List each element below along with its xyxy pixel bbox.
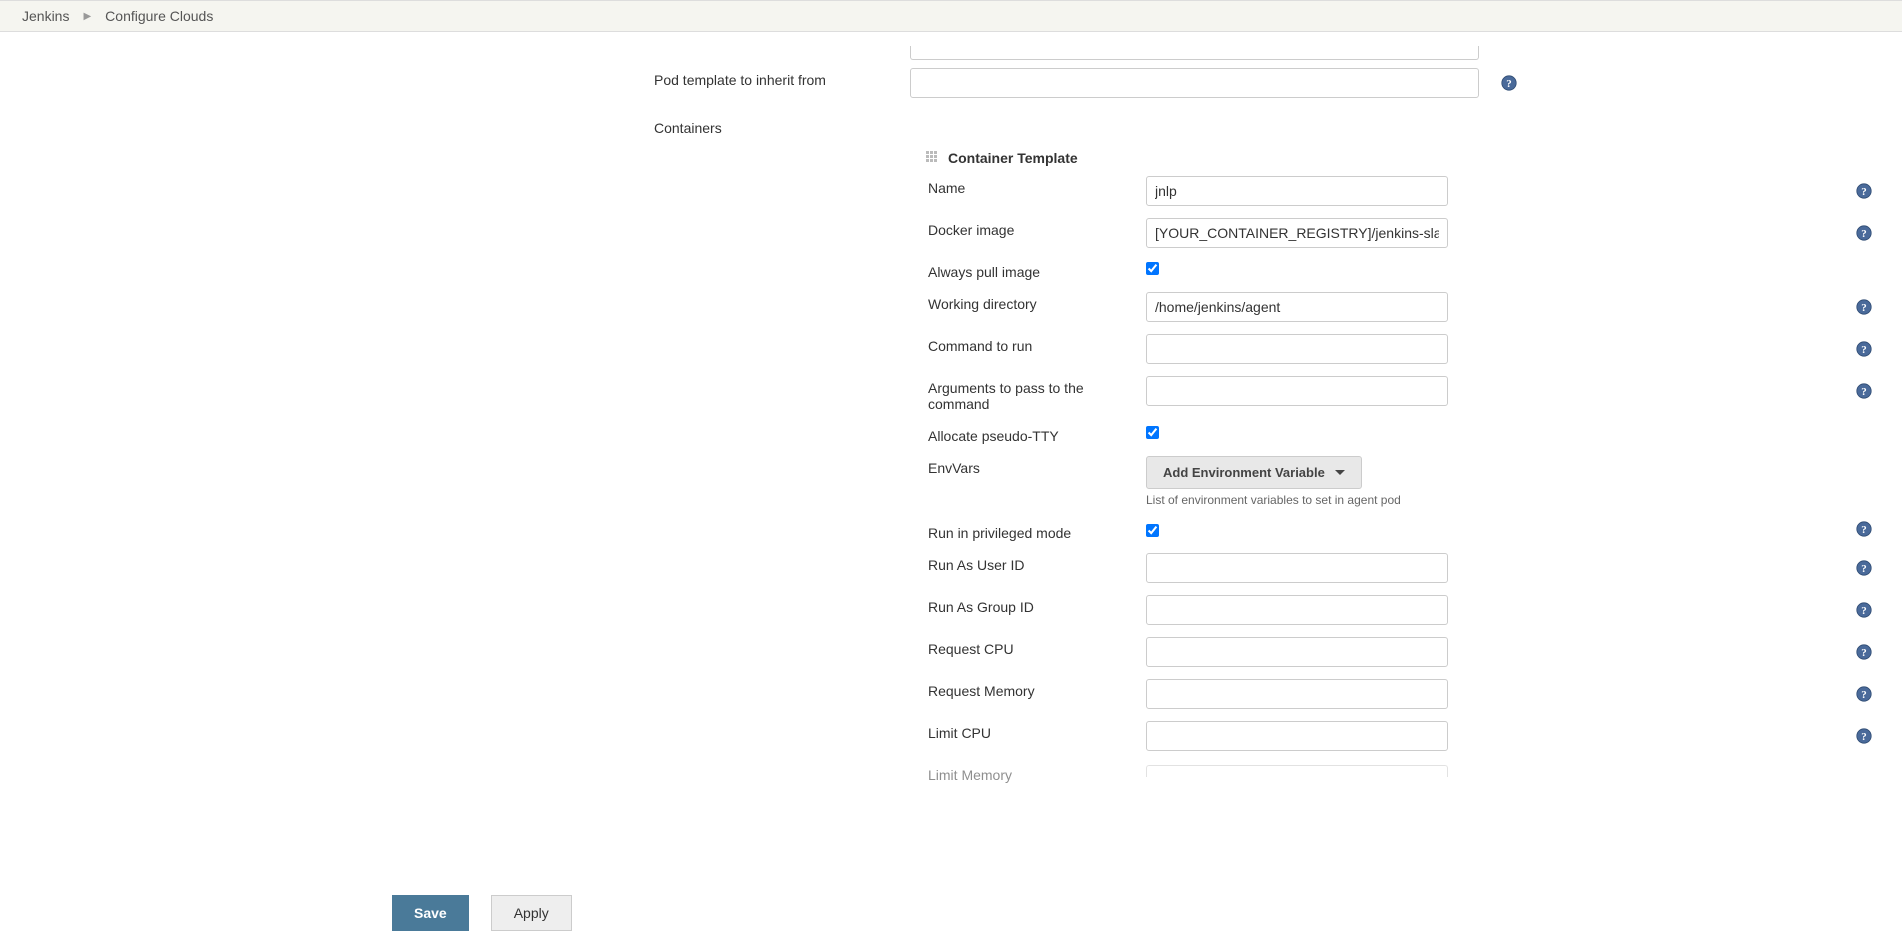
add-env-var-button[interactable]: Add Environment Variable	[1146, 456, 1362, 489]
envvars-label: EnvVars	[0, 456, 1146, 476]
limit-cpu-label: Limit CPU	[0, 721, 1146, 741]
always-pull-label: Always pull image	[0, 260, 1146, 280]
drag-handle-icon[interactable]	[926, 151, 940, 165]
run-gid-label: Run As Group ID	[0, 595, 1146, 615]
always-pull-checkbox[interactable]	[1146, 262, 1159, 275]
help-icon[interactable]	[1856, 560, 1872, 576]
req-mem-input[interactable]	[1146, 679, 1448, 709]
help-icon[interactable]	[1856, 521, 1872, 537]
run-uid-label: Run As User ID	[0, 553, 1146, 573]
form-content: Pod template to inherit from Containers …	[0, 32, 1902, 895]
workdir-label: Working directory	[0, 292, 1146, 312]
pod-inherit-label: Pod template to inherit from	[0, 68, 910, 88]
help-icon[interactable]	[1856, 686, 1872, 702]
limit-cpu-input[interactable]	[1146, 721, 1448, 751]
help-icon[interactable]	[1501, 75, 1517, 91]
help-icon[interactable]	[1856, 225, 1872, 241]
envvars-hint: List of environment variables to set in …	[0, 493, 1902, 507]
command-input[interactable]	[1146, 334, 1448, 364]
breadcrumb: Jenkins ▶ Configure Clouds	[0, 0, 1902, 32]
tty-label: Allocate pseudo-TTY	[0, 424, 1146, 444]
req-cpu-label: Request CPU	[0, 637, 1146, 657]
help-icon[interactable]	[1856, 602, 1872, 618]
pod-inherit-input[interactable]	[910, 68, 1479, 98]
limit-mem-label: Limit Memory	[0, 763, 1146, 783]
chevron-down-icon	[1335, 470, 1345, 475]
args-label: Arguments to pass to the command	[0, 376, 1146, 412]
run-uid-input[interactable]	[1146, 553, 1448, 583]
empty-label	[0, 44, 910, 48]
help-icon[interactable]	[1856, 183, 1872, 199]
docker-input[interactable]	[1146, 218, 1448, 248]
help-icon[interactable]	[1856, 383, 1872, 399]
container-template-title: Container Template	[948, 150, 1078, 166]
limit-mem-input[interactable]	[1146, 765, 1448, 777]
args-input[interactable]	[1146, 376, 1448, 406]
help-icon[interactable]	[1856, 341, 1872, 357]
add-env-var-label: Add Environment Variable	[1163, 465, 1325, 480]
docker-label: Docker image	[0, 218, 1146, 238]
breadcrumb-root[interactable]: Jenkins	[22, 8, 69, 24]
save-button[interactable]: Save	[392, 895, 469, 931]
name-input[interactable]	[1146, 176, 1448, 206]
tty-checkbox[interactable]	[1146, 426, 1159, 439]
containers-label: Containers	[0, 116, 910, 136]
req-cpu-input[interactable]	[1146, 637, 1448, 667]
help-icon[interactable]	[1856, 728, 1872, 744]
apply-button[interactable]: Apply	[491, 895, 572, 931]
chevron-right-icon: ▶	[83, 11, 91, 22]
privileged-checkbox[interactable]	[1146, 524, 1159, 537]
command-label: Command to run	[0, 334, 1146, 354]
help-icon[interactable]	[1856, 299, 1872, 315]
footer-bar: Save Apply	[0, 881, 1902, 945]
name-label: Name	[0, 176, 1146, 196]
partial-top-input[interactable]	[910, 46, 1479, 60]
privileged-label: Run in privileged mode	[0, 521, 1146, 541]
workdir-input[interactable]	[1146, 292, 1448, 322]
help-icon[interactable]	[1856, 644, 1872, 660]
run-gid-input[interactable]	[1146, 595, 1448, 625]
req-mem-label: Request Memory	[0, 679, 1146, 699]
breadcrumb-page[interactable]: Configure Clouds	[105, 8, 213, 24]
